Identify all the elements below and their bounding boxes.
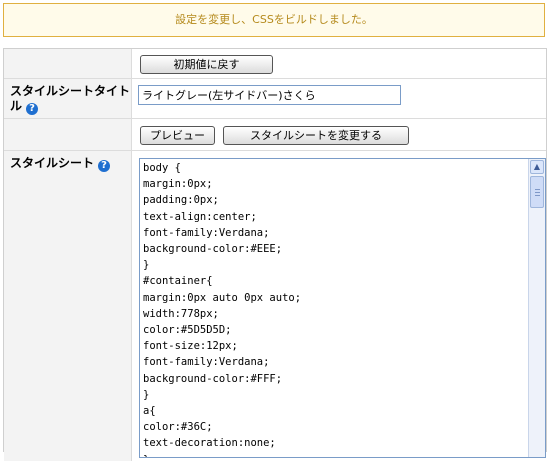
stylesheet-settings-form: 初期値に戻す スタイルシートタイトル? プレビュー スタイルシートを変更する ス…	[3, 48, 547, 461]
vertical-scrollbar[interactable]: ▲	[528, 159, 545, 457]
stylesheet-label: スタイルシート?	[4, 151, 132, 461]
stylesheet-row: スタイルシート? body { margin:0px; padding:0px;…	[4, 151, 546, 461]
actions-row: プレビュー スタイルシートを変更する	[4, 119, 546, 151]
title-label: スタイルシートタイトル?	[4, 79, 132, 118]
help-icon[interactable]: ?	[98, 160, 111, 172]
success-notice: 設定を変更し、CSSをビルドしました。	[3, 3, 545, 37]
stylesheet-code[interactable]: body { margin:0px; padding:0px; text-ali…	[143, 160, 527, 457]
preview-button[interactable]: プレビュー	[140, 126, 215, 145]
change-stylesheet-button[interactable]: スタイルシートを変更する	[223, 126, 409, 145]
actions-row-label	[4, 119, 132, 150]
reset-row: 初期値に戻す	[4, 49, 546, 79]
stylesheet-title-input[interactable]	[138, 85, 401, 105]
scroll-up-arrow-icon[interactable]: ▲	[530, 160, 544, 174]
stylesheet-textarea[interactable]: body { margin:0px; padding:0px; text-ali…	[139, 158, 546, 458]
notice-message: 設定を変更し、CSSをビルドしました。	[175, 13, 373, 26]
stylesheet-label-text: スタイルシート	[10, 156, 95, 170]
scrollbar-thumb[interactable]	[530, 176, 544, 208]
help-icon[interactable]: ?	[26, 103, 39, 115]
title-row: スタイルシートタイトル?	[4, 79, 546, 119]
reset-defaults-button[interactable]: 初期値に戻す	[140, 55, 273, 74]
reset-row-label	[4, 49, 132, 78]
